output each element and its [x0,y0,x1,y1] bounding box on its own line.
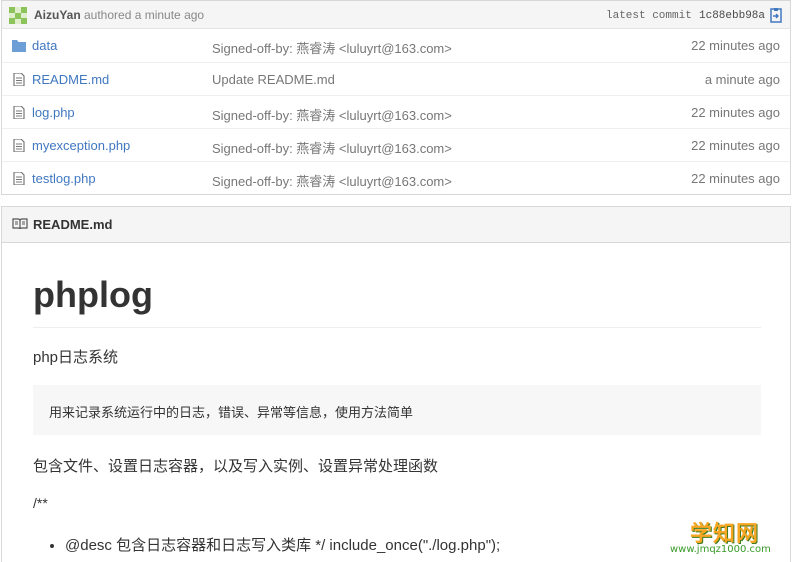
clipboard-icon[interactable] [769,8,783,23]
readme-paragraph: 包含文件、设置日志容器，以及写入实例、设置异常处理函数 [33,458,439,475]
file-row[interactable]: myexception.php Signed-off-by: 燕睿涛 <lulu… [2,128,790,161]
file-row[interactable]: testlog.php Signed-off-by: 燕睿涛 <luluyrt@… [2,161,790,194]
commit-age: 22 minutes ago [691,171,780,186]
commit-age: a minute ago [704,72,780,87]
readme-header: README.md [2,207,790,243]
watermark-logo: 学知网 www.jmqz1000.com [670,516,785,560]
file-list: data Signed-off-by: 燕睿涛 <luluyrt@163.com… [1,29,791,195]
readme-blockquote: 用来记录系统运行中的日志，错误、异常等信息，使用方法简单 [33,385,761,435]
watermark-url: www.jmqz1000.com [670,544,771,555]
file-text-icon [13,73,25,86]
file-name[interactable]: testlog.php [32,171,96,186]
file-row[interactable]: README.md Update README.md a minute ago [2,62,790,95]
file-name[interactable]: README.md [32,72,109,87]
book-icon [12,218,28,230]
latest-commit-bar: AizuYan authored a minute ago latest com… [1,0,791,29]
readme-list: @desc 包含日志容器和日志写入类库 */ include_once("./l… [33,534,761,555]
file-name[interactable]: log.php [32,105,75,120]
readme-subtitle: php日志系统 [33,349,119,366]
commit-age: 22 minutes ago [691,38,780,53]
file-name[interactable]: myexception.php [32,138,130,153]
commit-message[interactable]: Signed-off-by: 燕睿涛 <luluyrt@163.com> [212,171,452,190]
commit-message[interactable]: Signed-off-by: 燕睿涛 <luluyrt@163.com> [212,138,452,157]
commit-time: authored a minute ago [84,8,205,22]
file-row[interactable]: data Signed-off-by: 燕睿涛 <luluyrt@163.com… [2,29,790,62]
commit-age: 22 minutes ago [691,105,780,120]
readme-panel: README.md phplog php日志系统 用来记录系统运行中的日志，错误… [1,206,791,562]
commit-age: 22 minutes ago [691,138,780,153]
readme-filename: README.md [33,217,113,232]
list-item: @desc 包含日志容器和日志写入类库 */ include_once("./l… [65,534,761,555]
file-text-icon [13,172,25,185]
folder-icon [12,40,26,52]
readme-content: phplog php日志系统 用来记录系统运行中的日志，错误、异常等信息，使用方… [33,273,761,555]
readme-comment: /** [33,495,48,511]
commit-message[interactable]: Signed-off-by: 燕睿涛 <luluyrt@163.com> [212,38,452,57]
file-text-icon [13,139,25,152]
file-text-icon [13,106,25,119]
commit-message[interactable]: Signed-off-by: 燕睿涛 <luluyrt@163.com> [212,105,452,124]
readme-title: phplog [33,273,761,328]
file-row[interactable]: log.php Signed-off-by: 燕睿涛 <luluyrt@163.… [2,95,790,128]
commit-sha[interactable]: 1c88ebb98a [699,10,765,22]
latest-commit-label: latest commit [606,10,692,22]
avatar[interactable] [9,7,27,24]
file-name[interactable]: data [32,38,57,53]
commit-author[interactable]: AizuYan [34,8,81,22]
commit-message[interactable]: Update README.md [212,72,335,87]
